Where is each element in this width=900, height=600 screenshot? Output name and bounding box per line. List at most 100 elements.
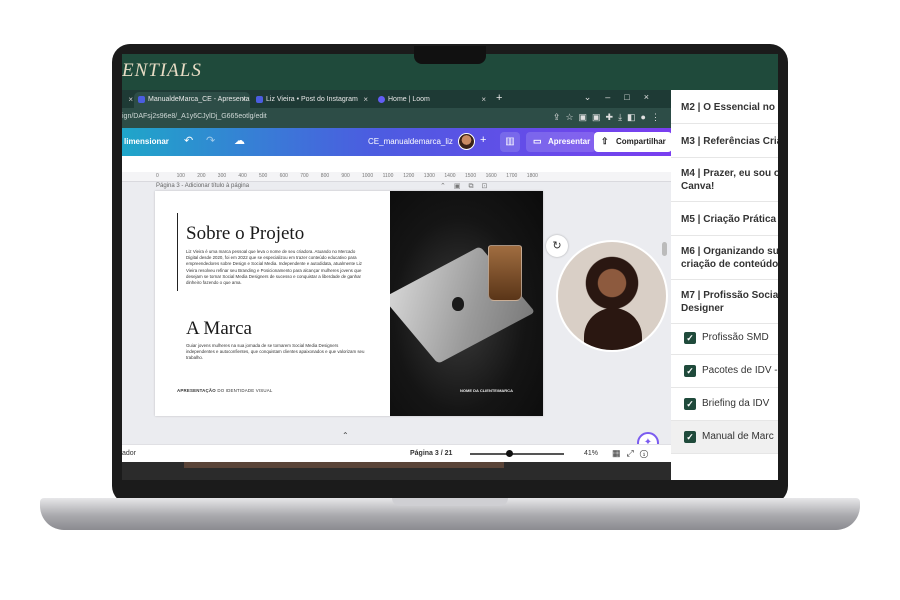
footer-bold: APRESENTAÇÃO [177,388,216,393]
undo-icon[interactable]: ↶ [184,134,193,147]
paragraph-sobre[interactable]: Liz Vieira é uma marca pessoal que leva … [186,249,368,286]
lesson-item[interactable]: ✓ Manual de Marc [671,421,778,454]
lesson-label: Profissão SMD [702,332,769,343]
page-tools[interactable]: ⌃▣⧉⊡ [440,182,495,191]
tab-label: Liz Vieira • Post do Instagram [266,96,358,103]
ruler-tick-label: 1500 [465,173,477,179]
refresh-icon[interactable]: ↻ [546,235,568,257]
close-tab-icon[interactable]: × [481,95,486,104]
lesson-item[interactable]: ✓ Briefing da IDV [671,388,778,421]
present-label: Apresentar [548,137,591,146]
ruler-tick-label: 1000 [362,173,374,179]
course-modules-sidebar: M2 | O Essencial no M3 | Referências Cria… [671,90,778,480]
canva-editor: 0 100 200 300 400 500 600 700 800 900 1000 1100 1200… [122,156,671,444]
close-tab-icon[interactable]: × [128,95,133,104]
site-logo: ENTIALS [122,60,202,81]
module-label: M3 | Referências Cria [681,136,778,147]
paragraph-marca[interactable]: Guiar jovens mulheres na sua jornada de … [186,343,368,362]
address-bar[interactable]: ign/DAFsj2s96e8/_A1y6CJylDj_G665eotlg/ed… [122,108,671,128]
ruler-tick-label: 500 [259,173,268,179]
new-tab-button[interactable]: + [496,92,502,104]
editor-top-strip [122,156,671,172]
ruler-tick-label: 1100 [382,173,394,179]
module-label: Canva! [681,181,715,192]
checkbox-checked-icon[interactable]: ✓ [684,332,696,344]
window-controls[interactable]: ⌄–□× [584,92,663,103]
lesson-item[interactable]: ✓ Pacotes de IDV - [671,355,778,388]
document-page[interactable]: Sobre o Projeto Liz Vieira é uma marca p… [155,191,543,416]
tab-label: Home | Loom [388,96,430,103]
laptop-opening-groove [392,498,508,506]
module-label: M5 | Criação Prática [681,214,777,225]
module-label: M7 | Profissão Socia [681,290,778,301]
scrollbar[interactable] [662,242,667,256]
add-collaborator-icon[interactable]: + [480,134,486,146]
lesson-video[interactable]: × ManualdeMarca_CE - Apresenta × Liz Vie… [122,90,671,480]
checkbox-checked-icon[interactable]: ✓ [684,398,696,410]
browser-tab[interactable]: Home | Loom × [374,92,490,108]
course-module-7[interactable]: M7 | Profissão Socia Designer [671,280,778,324]
magic-assistant-icon[interactable]: ✦ [637,432,659,444]
ruler-tick-label: 900 [341,173,350,179]
course-module-6[interactable]: M6 | Organizando su criação de conteúdo [671,236,778,280]
canva-favicon-icon [256,96,263,103]
lesson-label: Pacotes de IDV - [702,365,778,376]
ruler-tick-label: 800 [320,173,330,179]
course-module-5[interactable]: M5 | Criação Prática [671,202,778,236]
ruler-tick-label: 200 [197,173,206,179]
cloud-save-icon[interactable]: ☁ [234,134,245,147]
ruler-tick-label: 1400 [444,173,456,179]
share-button[interactable]: ⇧ Compartilhar [594,132,671,152]
laptop-screen: ENTIALS × ManualdeMarca_CE - Apresenta ×… [122,54,778,480]
ruler-tick-label: 300 [217,173,227,179]
zoom-slider[interactable] [470,453,564,455]
ruler-tick-label: 1700 [506,173,518,179]
url-text[interactable]: ign/DAFsj2s96e8/_A1y6CJylDj_G665eotlg/ed… [122,113,267,120]
browser-tab-bar: × ManualdeMarca_CE - Apresenta × Liz Vie… [122,90,671,108]
photo-caption: NOME DA CLIENTE/MARCA [460,388,513,393]
module-label: M2 | O Essencial no [681,102,775,113]
loom-favicon-icon [378,96,385,103]
heading-sobre-o-projeto[interactable]: Sobre o Projeto [186,223,304,245]
resize-button[interactable]: limensionar [124,137,169,146]
checkbox-checked-icon[interactable]: ✓ [684,431,696,443]
design-title[interactable]: CE_manualdemarca_liz [368,137,453,146]
close-tab-icon[interactable]: × [241,95,246,104]
lesson-label: Briefing da IDV [702,398,770,409]
ruler-tick-label: 1800 [526,173,538,179]
present-button[interactable]: ▭ Apresentar [526,132,597,152]
present-icon: ▭ [533,136,542,146]
lesson-item[interactable]: ✓ Profissão SMD [671,322,778,355]
chevron-up-icon[interactable]: ⌃ [342,431,349,440]
course-module-4[interactable]: M4 | Prazer, eu sou o Canva! [671,158,778,202]
course-module-2[interactable]: M2 | O Essencial no [671,90,778,124]
ruler-tick-label: 1600 [485,173,497,179]
canva-toolbar: limensionar ↶ ↷ ☁ CE_manualdemarca_liz +… [122,128,671,156]
ruler-tick-label: 600 [279,173,288,179]
close-tab-icon[interactable]: × [363,95,368,104]
extension-icons[interactable]: ⇪☆▣▣✚⤓◧●⋮ [553,112,665,123]
view-controls[interactable]: ▦⤢ⓘ [612,448,654,459]
browser-tab[interactable]: Liz Vieira • Post do Instagram × [252,92,372,108]
redo-icon[interactable]: ↷ [206,134,215,147]
product-photo[interactable]: NOME DA CLIENTE/MARCA [390,191,543,416]
avatar[interactable] [458,133,475,150]
zoom-level[interactable]: 41% [584,450,598,457]
page-title[interactable]: Página 3 - Adicionar título à página [156,183,249,189]
ruler-tick-label: 400 [238,173,247,179]
document-text-column: Sobre o Projeto Liz Vieira é uma marca p… [155,191,390,416]
page-thumbnail[interactable] [184,462,504,468]
ruler-tick-label: 0 [156,173,159,179]
share-icon: ⇧ [601,136,609,146]
notes-button[interactable]: ador [122,450,136,457]
page-indicator[interactable]: Página 3 / 21 [410,450,452,457]
camera-notch [414,46,486,64]
heading-a-marca[interactable]: A Marca [186,318,252,340]
course-module-3[interactable]: M3 | Referências Cria [671,124,778,158]
ruler-tick-label: 1300 [423,173,435,179]
insights-icon[interactable]: ▥ [500,132,520,152]
zoom-slider-thumb[interactable] [505,450,513,457]
browser-tab-active[interactable]: ManualdeMarca_CE - Apresenta × [134,92,250,108]
module-label: Designer [681,303,724,314]
checkbox-checked-icon[interactable]: ✓ [684,365,696,377]
